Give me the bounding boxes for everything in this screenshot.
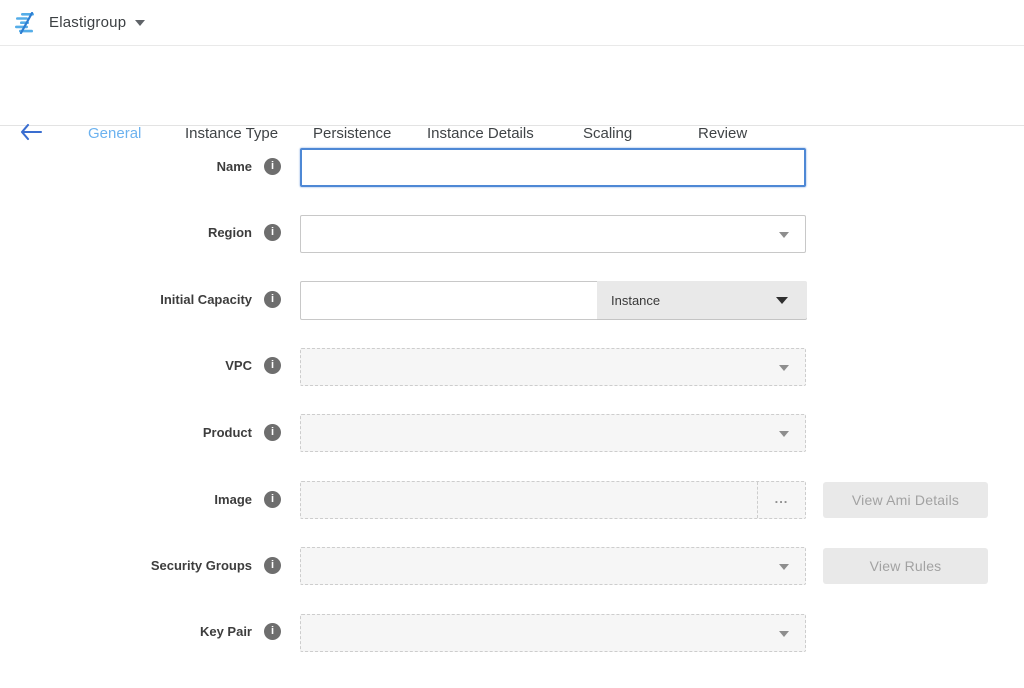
back-button[interactable]: [19, 123, 43, 141]
info-icon[interactable]: i: [264, 291, 281, 308]
app-switcher-label: Elastigroup: [49, 14, 126, 31]
view-ami-details-button[interactable]: View Ami Details: [823, 482, 988, 518]
tab-scaling[interactable]: Scaling: [583, 125, 632, 142]
info-glyph: i: [271, 493, 274, 505]
chevron-down-icon: [135, 20, 145, 26]
elastigroup-logo-icon: [14, 12, 40, 34]
tab-general[interactable]: General: [88, 125, 141, 142]
region-select[interactable]: [300, 215, 806, 253]
vpc-select[interactable]: [300, 348, 806, 386]
security-groups-label: Security Groups: [0, 558, 252, 574]
info-icon[interactable]: i: [264, 491, 281, 508]
info-glyph: i: [271, 625, 274, 637]
info-glyph: i: [271, 426, 274, 438]
info-glyph: i: [271, 293, 274, 305]
info-icon[interactable]: i: [264, 357, 281, 374]
info-glyph: i: [271, 160, 274, 172]
product-label: Product: [0, 425, 252, 441]
chevron-down-icon: [776, 297, 788, 304]
capacity-unit-select[interactable]: Instance: [597, 281, 807, 320]
name-label: Name: [0, 159, 252, 175]
app-switcher[interactable]: Elastigroup: [40, 14, 145, 31]
top-bar: Elastigroup: [0, 0, 1024, 46]
tab-instance-details[interactable]: Instance Details: [427, 125, 534, 142]
info-icon[interactable]: i: [264, 158, 281, 175]
info-glyph: i: [271, 226, 274, 238]
info-icon[interactable]: i: [264, 557, 281, 574]
name-input[interactable]: [300, 148, 806, 187]
info-glyph: i: [271, 559, 274, 571]
chevron-down-icon: [779, 631, 789, 637]
info-glyph: i: [271, 359, 274, 371]
chevron-down-icon: [779, 232, 789, 238]
security-groups-select[interactable]: [300, 547, 806, 585]
product-select[interactable]: [300, 414, 806, 452]
info-icon[interactable]: i: [264, 623, 281, 640]
key-pair-select[interactable]: [300, 614, 806, 652]
browse-image-button[interactable]: ...: [757, 482, 805, 518]
chevron-down-icon: [779, 431, 789, 437]
tab-review[interactable]: Review: [698, 125, 747, 142]
initial-capacity-input[interactable]: [300, 281, 597, 320]
vpc-label: VPC: [0, 358, 252, 374]
view-rules-button[interactable]: View Rules: [823, 548, 988, 584]
chevron-down-icon: [779, 564, 789, 570]
tab-instance-type[interactable]: Instance Type: [185, 125, 278, 142]
key-pair-label: Key Pair: [0, 624, 252, 640]
initial-capacity-label: Initial Capacity: [0, 292, 252, 308]
image-field[interactable]: ...: [300, 481, 806, 519]
chevron-down-icon: [779, 365, 789, 371]
wizard-tab-bar: General Instance Type Persistence Instan…: [0, 46, 1024, 126]
tab-persistence[interactable]: Persistence: [313, 125, 391, 142]
image-label: Image: [0, 492, 252, 508]
region-label: Region: [0, 225, 252, 241]
capacity-unit-value: Instance: [611, 293, 660, 308]
info-icon[interactable]: i: [264, 424, 281, 441]
info-icon[interactable]: i: [264, 224, 281, 241]
